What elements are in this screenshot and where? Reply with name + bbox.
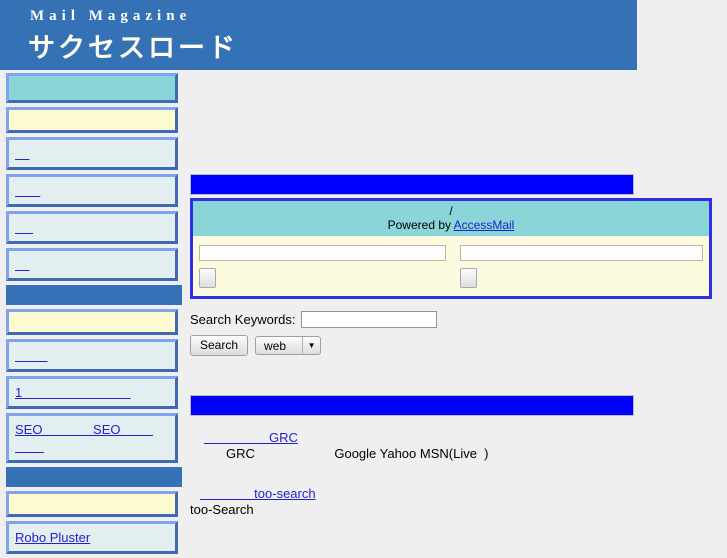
sidebar-box-link-robo[interactable]: Robo Pluster (6, 521, 178, 554)
search-button[interactable]: Search (190, 335, 249, 356)
tool-link-grc[interactable]: GRC (204, 430, 298, 445)
tool-desc-grc: GRC Google Yahoo MSN(Live ) (226, 446, 489, 461)
mail-magazine-subscribe-form: / Powered by AccessMail (190, 198, 712, 299)
sidebar: 1 SEO SEO Robo Pluster (0, 70, 184, 558)
subscribe-button-left[interactable] (199, 268, 216, 288)
sidebar-link-2[interactable] (15, 182, 40, 199)
tool-desc-too-search: too-Search (190, 502, 254, 517)
sidebar-box-banner (6, 73, 178, 103)
sidebar-link-robo-pluster[interactable]: Robo Pluster (15, 529, 90, 546)
sidebar-box-link-2[interactable] (6, 174, 178, 207)
sidebar-link-4[interactable] (15, 256, 29, 273)
subscribe-form-header: / Powered by AccessMail (193, 201, 709, 236)
site-header: Mail Magazine サクセスロード (0, 0, 637, 70)
powered-by-line: Powered by AccessMail (193, 218, 709, 232)
powered-by-text: Powered by (387, 218, 454, 232)
sidebar-link-1[interactable] (15, 145, 29, 162)
page-body: 1 SEO SEO Robo Pluster / Powered by Acce… (0, 70, 727, 558)
search-input-row: Search Keywords: (190, 311, 727, 328)
search-label: Search Keywords: (190, 312, 296, 327)
section-header-bar-1 (190, 174, 634, 195)
sidebar-link-seo-1[interactable]: SEO SEO (15, 421, 153, 438)
sidebar-box-link-3[interactable] (6, 211, 178, 244)
sidebar-box-link-seo[interactable]: SEO SEO (6, 413, 178, 463)
subscribe-form-body (193, 236, 709, 296)
sidebar-link-6[interactable]: 1 (15, 384, 131, 401)
search-input[interactable] (300, 311, 437, 328)
search-engine-select[interactable]: web ▼ (255, 336, 322, 355)
subscribe-email-input-left[interactable] (199, 245, 446, 261)
sidebar-box-heading-3 (6, 491, 178, 517)
section-header-bar-2 (190, 395, 634, 416)
subscribe-form-title: / (449, 204, 453, 218)
sidebar-box-heading-2 (6, 309, 178, 335)
subscribe-column-right (459, 245, 703, 288)
search-engine-value: web (264, 338, 287, 353)
sidebar-divider-1 (6, 285, 184, 305)
tool-entry-grc: GRC GRC Google Yahoo MSN(Live ) (190, 430, 727, 461)
accessmail-link[interactable]: AccessMail (454, 218, 515, 232)
search-widget: Search Keywords: Search web ▼ (190, 311, 727, 356)
site-title: サクセスロード (28, 33, 238, 64)
sidebar-box-link-1[interactable] (6, 137, 178, 170)
chevron-down-icon: ▼ (302, 337, 320, 354)
tool-link-too-search[interactable]: too-search (200, 486, 315, 501)
sidebar-link-5[interactable] (15, 347, 48, 364)
sidebar-box-link-4[interactable] (6, 248, 178, 281)
main-content: / Powered by AccessMail Search Keywords: (182, 70, 727, 540)
subscribe-column-left (199, 245, 446, 288)
sidebar-box-link-6[interactable]: 1 (6, 376, 178, 409)
sidebar-link-seo-2[interactable] (15, 438, 169, 455)
sidebar-divider-2 (6, 467, 184, 487)
search-controls-row: Search web ▼ (190, 335, 727, 356)
sidebar-box-heading-1 (6, 107, 178, 133)
site-kicker: Mail Magazine (30, 8, 192, 24)
tool-entry-too-search: too-search too-Search (190, 486, 727, 517)
sidebar-box-link-5[interactable] (6, 339, 178, 372)
sidebar-link-3[interactable] (15, 219, 33, 236)
unsubscribe-button-right[interactable] (459, 268, 477, 288)
subscribe-email-input-right[interactable] (459, 245, 703, 261)
